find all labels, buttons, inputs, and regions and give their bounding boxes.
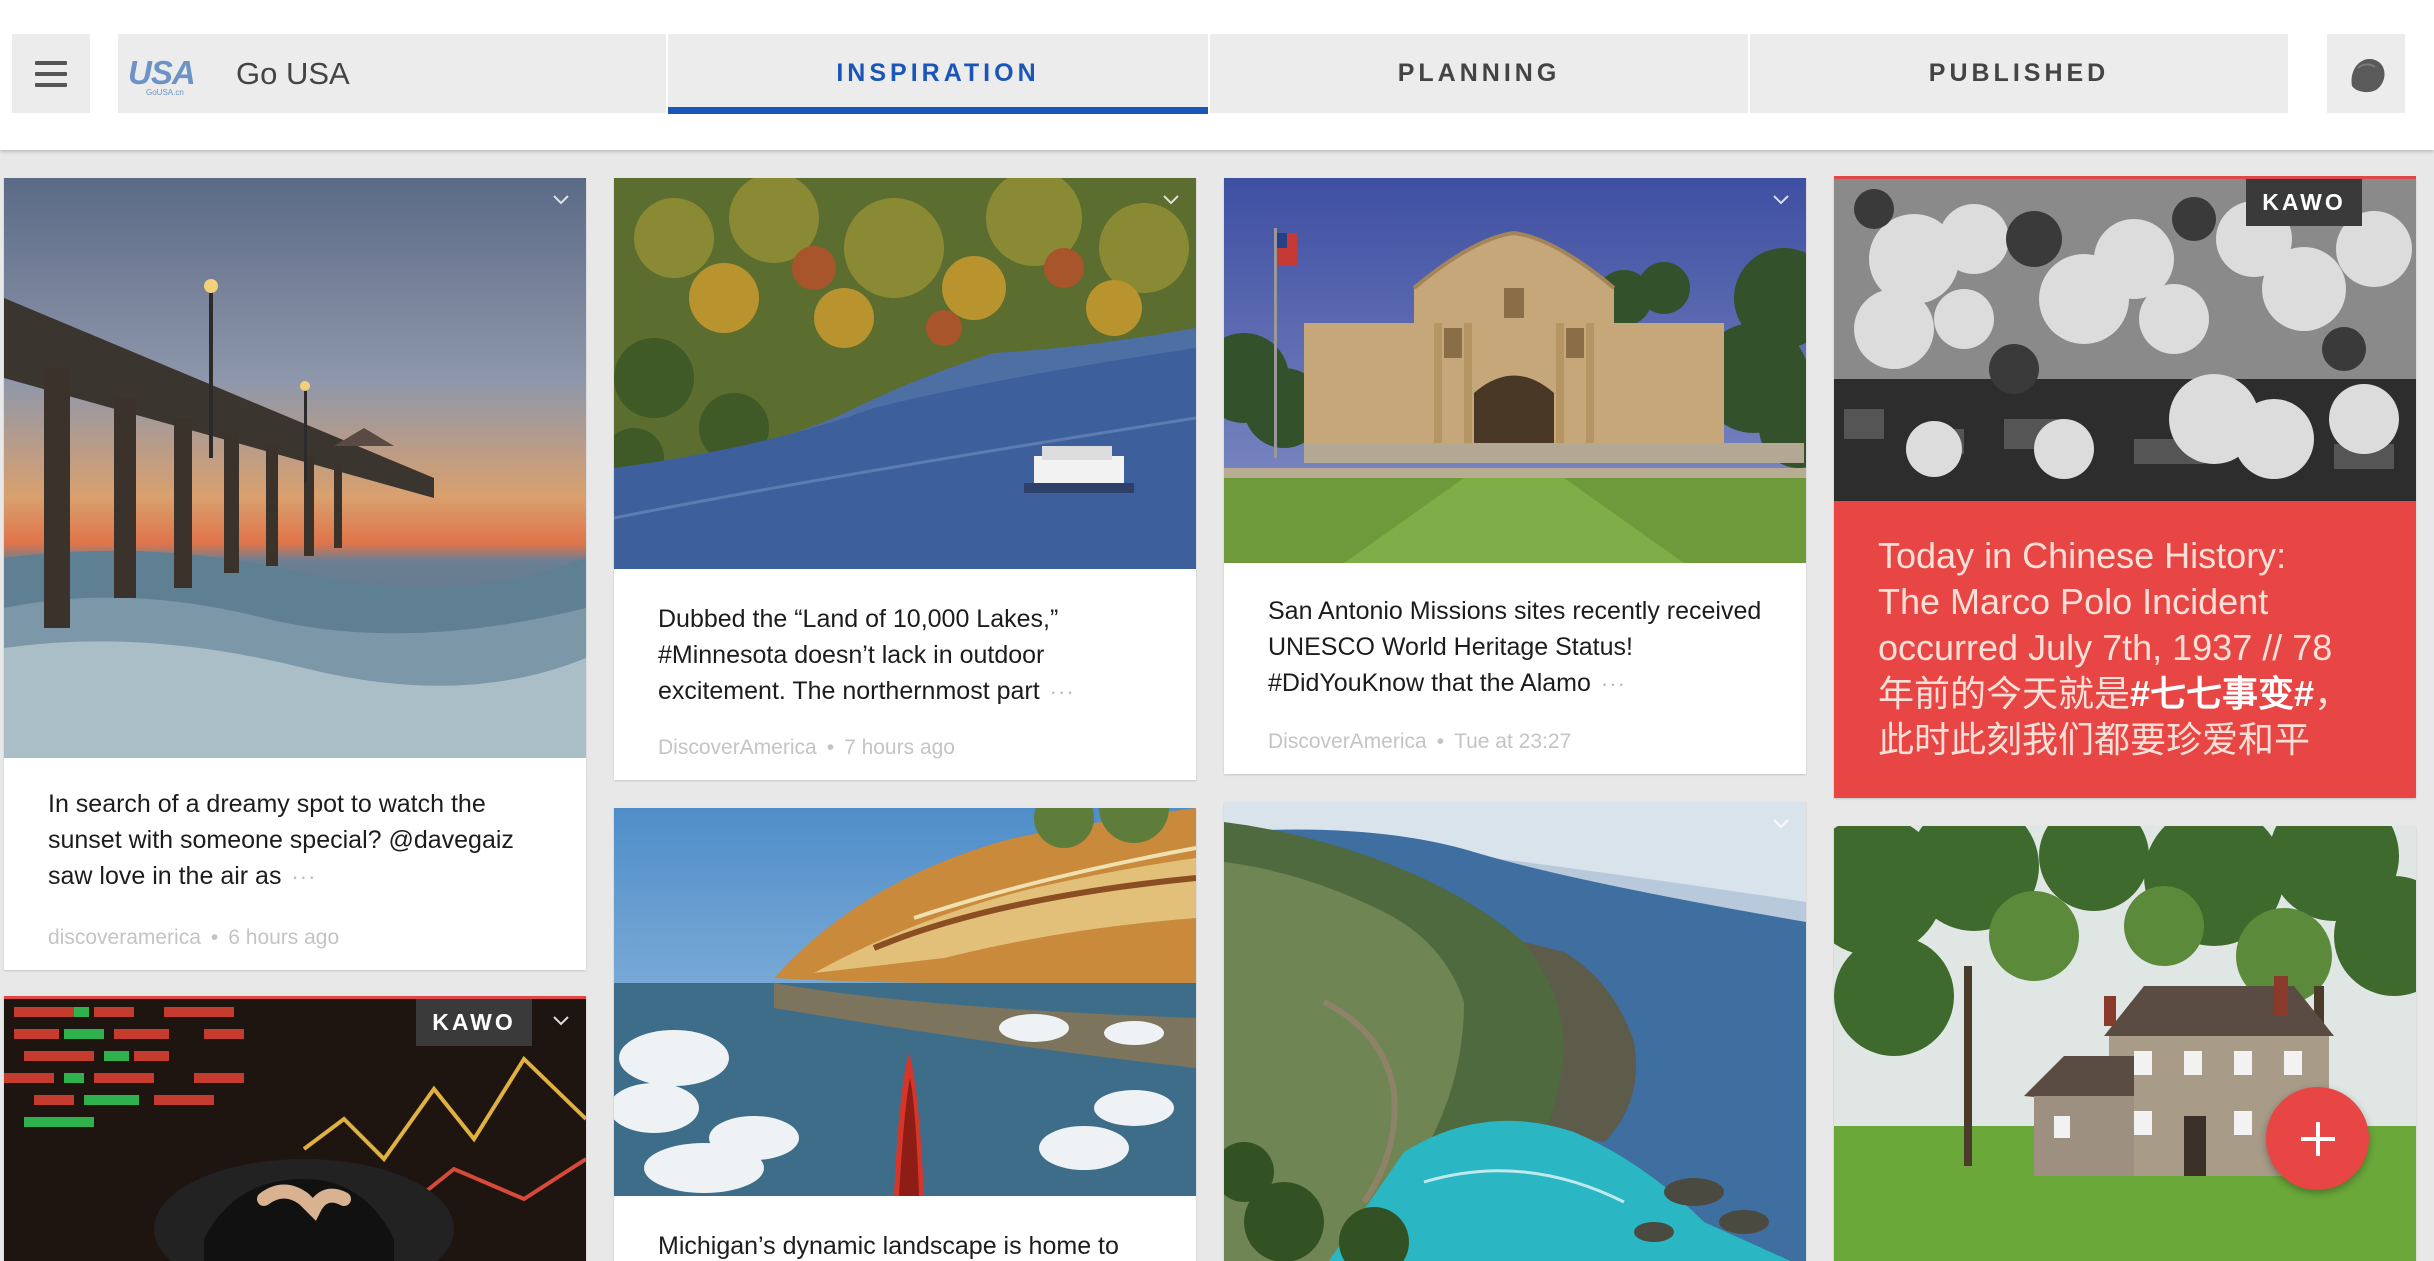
chevron-down-icon[interactable] — [1770, 812, 1792, 834]
kawo-badge: KAWO — [2246, 179, 2362, 226]
chevron-down-icon[interactable] — [1160, 188, 1182, 210]
post-meta: DiscoverAmerica • 7 hours ago — [658, 736, 955, 759]
post-card-history[interactable]: KAWO Today in Chinese History: The Marco… — [1834, 176, 2416, 798]
post-text: Today in Chinese History: The Marco Polo… — [1878, 535, 2351, 760]
chevron-down-icon[interactable] — [1770, 188, 1792, 210]
post-card-michigan[interactable]: Michigan’s dynamic landscape is home to — [614, 808, 1196, 1261]
tab-planning[interactable]: PLANNING — [1210, 34, 1748, 113]
more-button[interactable]: ··· — [291, 864, 316, 889]
brand-logo: USA GoUSA.cn — [128, 54, 196, 97]
avatar-button[interactable] — [2327, 34, 2405, 113]
add-post-button[interactable] — [2266, 1087, 2369, 1190]
post-image — [1834, 826, 2416, 1261]
post-text: In search of a dreamy spot to watch the … — [48, 790, 514, 890]
post-image — [614, 808, 1196, 1196]
post-source[interactable]: DiscoverAmerica — [1268, 730, 1427, 753]
post-image — [614, 178, 1196, 569]
post-time: 7 hours ago — [844, 736, 955, 759]
post-image — [1224, 178, 1806, 563]
post-card-alamo[interactable]: San Antonio Missions sites recently rece… — [1224, 178, 1806, 774]
more-button[interactable]: ··· — [1050, 679, 1075, 704]
more-button[interactable]: ··· — [1601, 671, 1626, 696]
brand-name: Go USA — [236, 56, 350, 91]
tab-published[interactable]: PUBLISHED — [1750, 34, 2288, 113]
post-source[interactable]: discoveramerica — [48, 926, 201, 949]
post-text: Michigan’s dynamic landscape is home to — [658, 1232, 1119, 1260]
menu-button[interactable] — [12, 34, 90, 113]
post-time: Tue at 23:27 — [1454, 730, 1572, 753]
post-image — [1224, 802, 1806, 1261]
post-image — [1834, 179, 2416, 501]
brand-block: USA GoUSA.cn Go USA — [118, 34, 666, 113]
post-text: Dubbed the “Land of 10,000 Lakes,” #Minn… — [658, 605, 1075, 705]
post-image — [4, 178, 586, 758]
post-meta: DiscoverAmerica • Tue at 23:27 — [1268, 730, 1572, 753]
chevron-down-icon[interactable] — [550, 1009, 572, 1031]
hamburger-icon — [35, 60, 67, 65]
tab-inspiration[interactable]: INSPIRATION — [668, 34, 1208, 114]
plus-icon — [2300, 1121, 2335, 1156]
post-text: San Antonio Missions sites recently rece… — [1268, 597, 1762, 697]
post-meta: discoveramerica • 6 hours ago — [48, 926, 340, 949]
post-card-coast[interactable] — [1224, 802, 1806, 1261]
post-time: 6 hours ago — [228, 926, 340, 949]
post-card-stock[interactable]: KAWO — [4, 996, 586, 1261]
kawo-badge: KAWO — [416, 999, 532, 1046]
post-card-pier[interactable]: In search of a dreamy spot to watch the … — [4, 178, 586, 970]
post-source[interactable]: DiscoverAmerica — [658, 736, 817, 759]
post-card-house[interactable] — [1834, 826, 2416, 1261]
user-avatar-icon — [2351, 58, 2385, 92]
chevron-down-icon[interactable] — [550, 188, 572, 210]
top-header: USA GoUSA.cn Go USA INSPIRATION PLANNING… — [0, 0, 2434, 150]
hashtag[interactable]: #七七事变# — [2130, 673, 2314, 714]
post-card-lakes[interactable]: Dubbed the “Land of 10,000 Lakes,” #Minn… — [614, 178, 1196, 780]
